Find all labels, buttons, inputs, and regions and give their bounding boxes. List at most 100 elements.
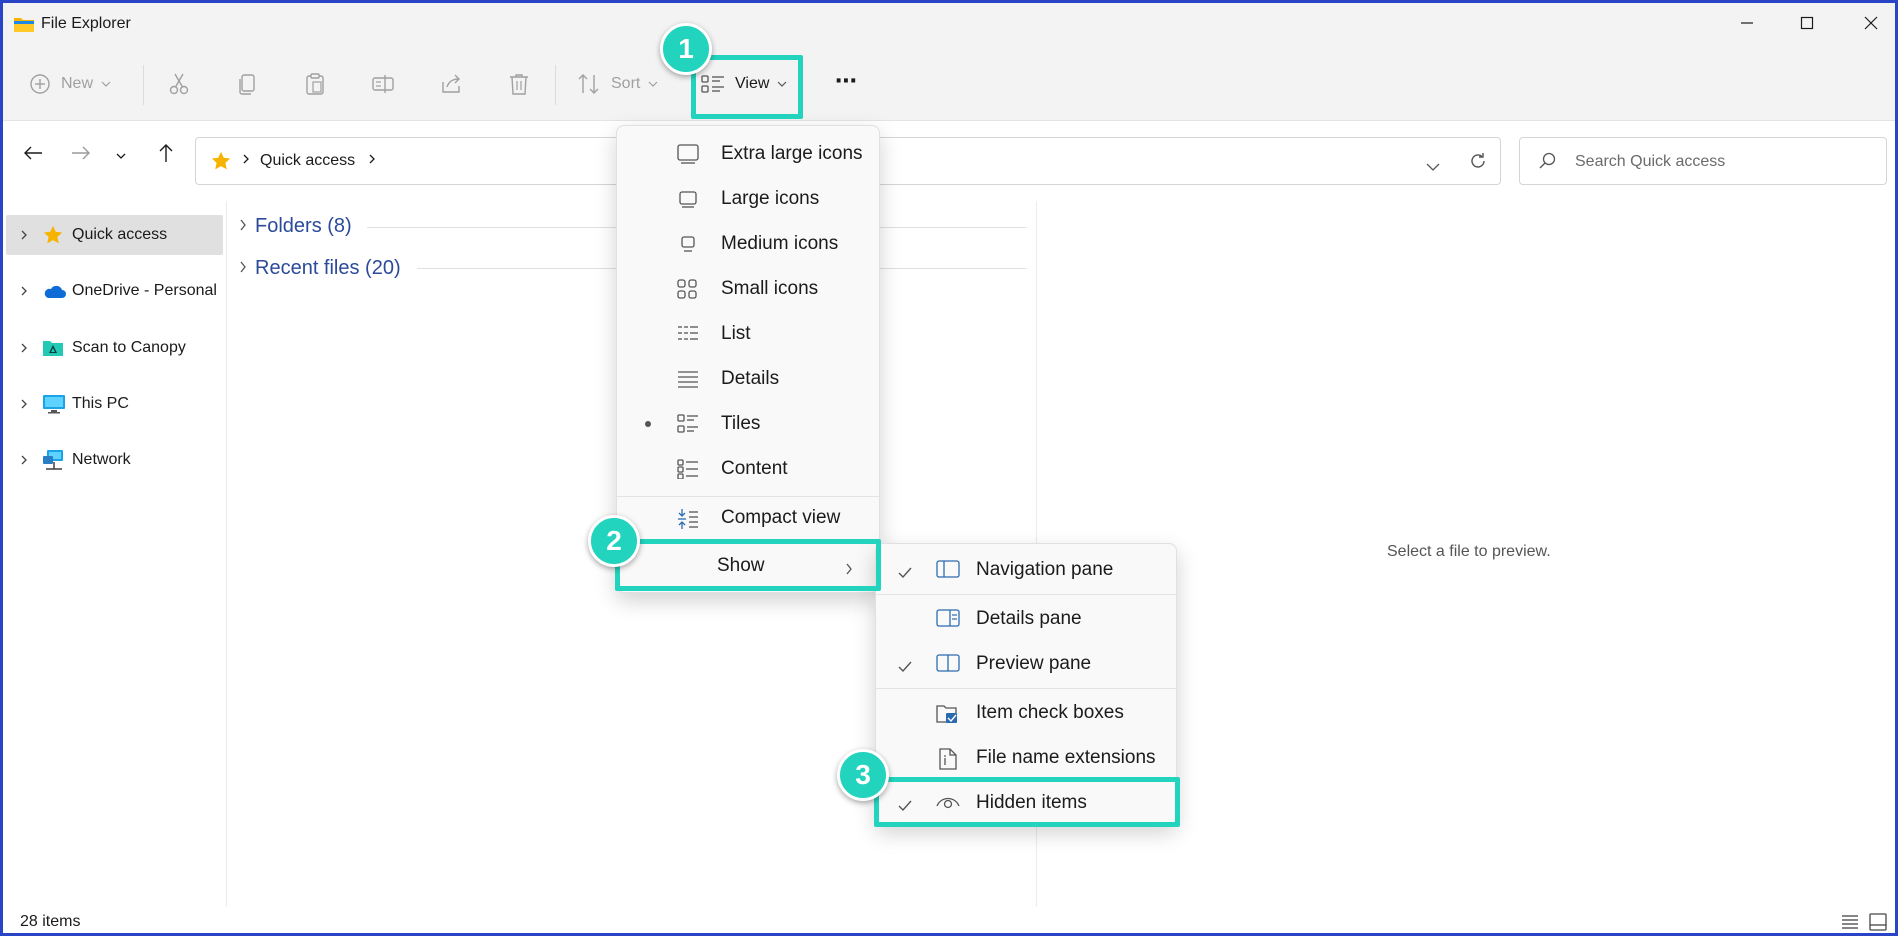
expand-chevron-icon[interactable] xyxy=(6,229,42,241)
menu-item-compact-view[interactable]: Compact view xyxy=(617,496,879,540)
menu-item-navigation-pane[interactable]: Navigation pane xyxy=(876,548,1176,592)
compact-view-icon xyxy=(677,508,699,536)
expand-chevron-icon[interactable] xyxy=(6,454,42,466)
menu-item-extra-large-icons[interactable]: Extra large icons xyxy=(617,132,879,176)
refresh-icon[interactable] xyxy=(1468,151,1488,176)
list-icon xyxy=(677,324,699,350)
menu-item-tiles[interactable]: Tiles xyxy=(617,402,879,446)
menu-item-medium-icons[interactable]: Medium icons xyxy=(617,222,879,266)
share-icon xyxy=(439,72,463,96)
cloud-icon xyxy=(42,283,70,299)
nav-item-label: Scan to Canopy xyxy=(72,339,186,356)
nav-item-scan-to-canopy[interactable]: Scan to Canopy xyxy=(6,328,223,368)
star-icon xyxy=(42,224,70,246)
group-header-recent-files[interactable]: Recent files (20) xyxy=(239,253,401,283)
search-icon xyxy=(1538,152,1556,175)
scissors-icon xyxy=(167,72,191,96)
expand-chevron-icon[interactable] xyxy=(6,398,42,410)
network-icon xyxy=(42,449,70,471)
callout-badge-3: 3 xyxy=(837,749,889,801)
navigation-pane-icon xyxy=(936,560,960,584)
menu-item-label: Medium icons xyxy=(721,233,839,254)
star-icon xyxy=(210,150,232,177)
copy-button[interactable] xyxy=(235,62,259,106)
recent-locations-button[interactable] xyxy=(109,139,133,171)
cut-button[interactable] xyxy=(167,62,191,106)
menu-item-label: Navigation pane xyxy=(976,559,1114,580)
large-icons-icon xyxy=(677,189,699,215)
minimize-button[interactable] xyxy=(1713,3,1781,43)
nav-item-network[interactable]: Network xyxy=(6,440,223,480)
sort-button[interactable]: Sort xyxy=(577,62,658,106)
menu-item-preview-pane[interactable]: Preview pane xyxy=(876,642,1176,686)
content-icon xyxy=(677,459,699,485)
nav-item-label: OneDrive - Personal xyxy=(72,282,217,299)
search-placeholder: Search Quick access xyxy=(1575,153,1726,170)
expand-chevron-icon[interactable] xyxy=(6,342,42,354)
menu-item-item-check-boxes[interactable]: Item check boxes xyxy=(876,691,1176,735)
callout-highlight-show-item xyxy=(615,539,881,591)
chevron-down-icon xyxy=(101,81,111,87)
nav-item-onedrive[interactable]: OneDrive - Personal xyxy=(6,271,223,311)
breadcrumb-quick-access[interactable]: Quick access xyxy=(260,152,355,170)
menu-item-label: Large icons xyxy=(721,188,820,209)
more-dots-icon: ⋯ xyxy=(835,68,857,93)
nav-item-label: Network xyxy=(72,451,131,468)
group-label: Recent files (20) xyxy=(255,256,401,279)
forward-button[interactable] xyxy=(65,139,97,171)
group-header-folders[interactable]: Folders (8) xyxy=(239,211,352,241)
breadcrumb-chevron-icon xyxy=(242,152,250,170)
nav-item-this-pc[interactable]: This PC xyxy=(6,384,223,424)
menu-item-details[interactable]: Details xyxy=(617,357,879,401)
close-button[interactable] xyxy=(1837,3,1895,43)
menu-item-label: Tiles xyxy=(721,413,761,434)
menu-item-label: Details pane xyxy=(976,608,1082,629)
paste-button[interactable] xyxy=(303,62,327,106)
breadcrumb-chevron-icon[interactable] xyxy=(368,152,376,170)
sort-label: Sort xyxy=(611,75,641,92)
arrow-left-icon xyxy=(23,145,43,166)
menu-item-small-icons[interactable]: Small icons xyxy=(617,267,879,311)
share-button[interactable] xyxy=(439,62,463,106)
sort-arrows-icon xyxy=(577,73,601,95)
menu-item-details-pane[interactable]: Details pane xyxy=(876,597,1176,641)
back-button[interactable] xyxy=(17,139,49,171)
arrow-right-icon xyxy=(71,145,91,166)
details-view-toggle-icon[interactable] xyxy=(1841,913,1859,933)
item-count: 28 items xyxy=(20,913,81,930)
rename-button[interactable] xyxy=(371,62,395,106)
callout-badge-1: 1 xyxy=(660,23,712,75)
callout-badge-2: 2 xyxy=(588,515,640,567)
menu-item-label: Item check boxes xyxy=(976,702,1124,723)
delete-button[interactable] xyxy=(507,62,531,106)
new-button[interactable]: New xyxy=(29,62,111,106)
tiles-view-toggle-icon[interactable] xyxy=(1869,913,1887,933)
menu-item-list[interactable]: List xyxy=(617,312,879,356)
menu-item-large-icons[interactable]: Large icons xyxy=(617,177,879,221)
status-bar: 28 items xyxy=(3,907,1895,933)
selected-bullet-icon xyxy=(645,421,651,427)
menu-item-label: Small icons xyxy=(721,278,819,299)
menu-item-label: Extra large icons xyxy=(721,143,863,164)
up-button[interactable] xyxy=(150,139,182,171)
rename-icon xyxy=(371,72,395,96)
nav-item-quick-access[interactable]: Quick access xyxy=(6,215,223,255)
navigation-pane-divider[interactable] xyxy=(226,201,227,907)
nav-item-label: This PC xyxy=(72,395,129,412)
copy-icon xyxy=(235,72,259,96)
file-extensions-icon xyxy=(938,748,958,776)
callout-highlight-hidden-items xyxy=(874,777,1180,827)
expand-chevron-icon[interactable] xyxy=(6,285,42,297)
expand-chevron-icon xyxy=(239,215,247,238)
maximize-button[interactable] xyxy=(1773,3,1841,43)
view-menu: Extra large icons Large icons Medium ico… xyxy=(616,125,880,593)
details-pane-icon xyxy=(936,609,960,633)
expand-chevron-icon xyxy=(239,257,247,280)
address-history-chevron-icon[interactable] xyxy=(1426,158,1440,176)
callout-highlight-view-button xyxy=(691,55,803,119)
search-input[interactable]: Search Quick access xyxy=(1519,137,1887,185)
toolbar-separator xyxy=(143,65,144,105)
menu-item-file-name-extensions[interactable]: File name extensions xyxy=(876,736,1176,780)
menu-item-content[interactable]: Content xyxy=(617,447,879,491)
more-options-button[interactable]: ⋯ xyxy=(835,59,857,103)
